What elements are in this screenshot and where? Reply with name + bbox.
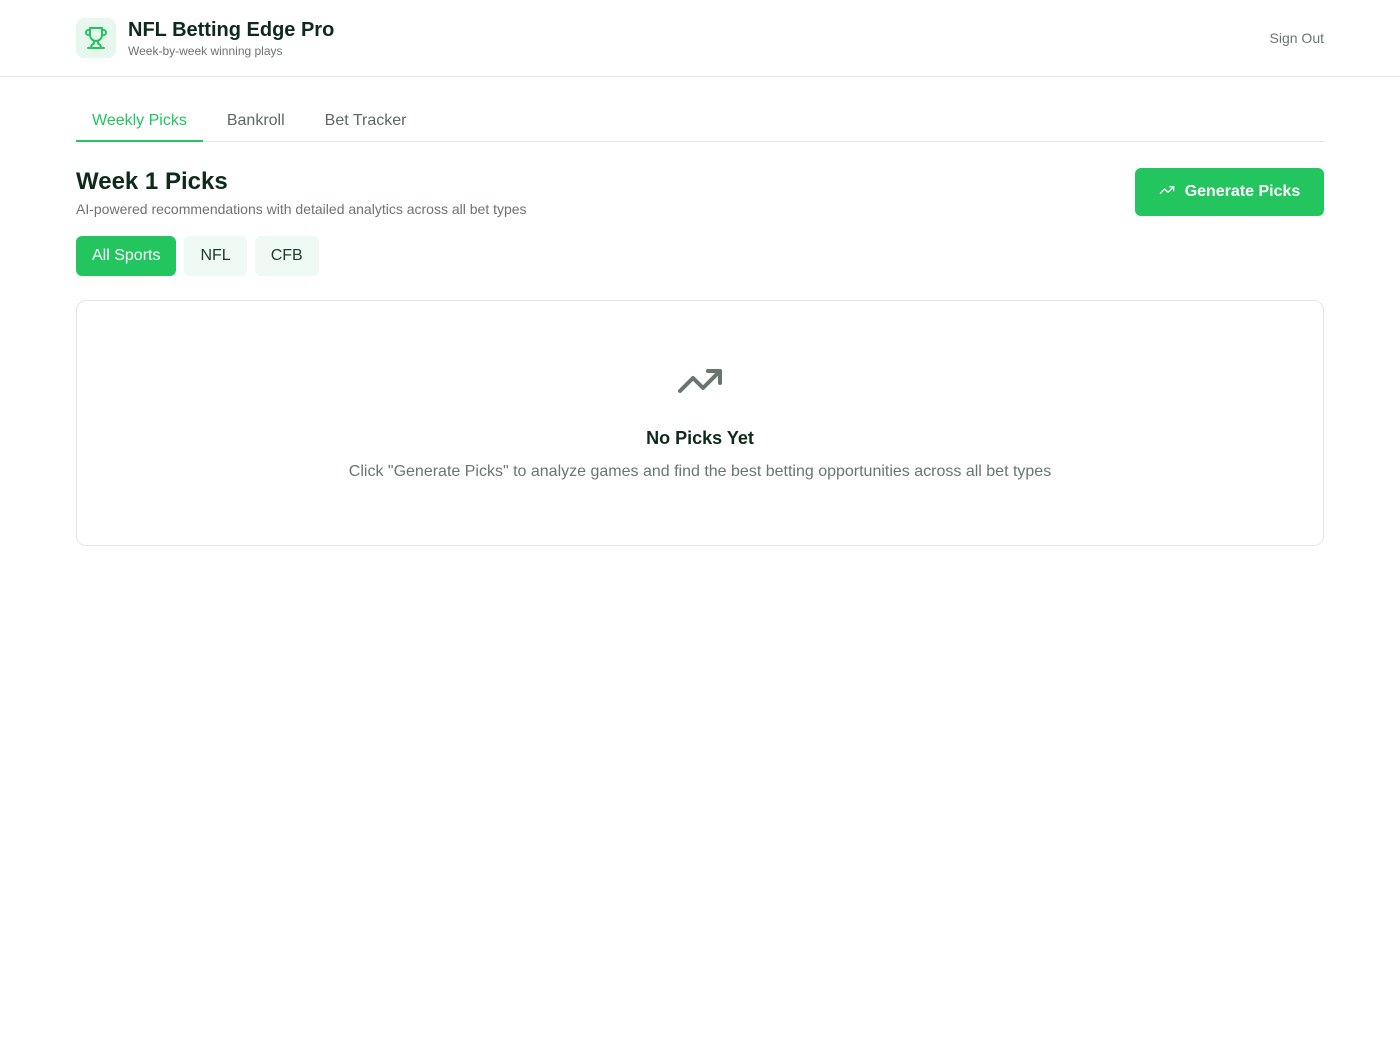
- tab-weekly-picks[interactable]: Weekly Picks: [76, 108, 203, 142]
- brand: NFL Betting Edge Pro Week-by-week winnin…: [76, 18, 334, 59]
- empty-state-description: Click "Generate Picks" to analyze games …: [348, 463, 1052, 480]
- page-subtitle: AI-powered recommendations with detailed…: [76, 201, 527, 217]
- tab-bet-tracker[interactable]: Bet Tracker: [309, 108, 423, 142]
- app-title: NFL Betting Edge Pro: [128, 18, 335, 41]
- filter-all-sports[interactable]: All Sports: [76, 236, 177, 276]
- app-subtitle: Week-by-week winning plays: [128, 43, 283, 58]
- app-header: NFL Betting Edge Pro Week-by-week winnin…: [0, 0, 1400, 77]
- trending-up-icon: [676, 357, 724, 410]
- trophy-icon: [76, 18, 116, 58]
- trending-up-icon: [1159, 182, 1175, 203]
- sign-out-link[interactable]: Sign Out: [1270, 30, 1324, 46]
- generate-picks-label: Generate Picks: [1184, 183, 1301, 200]
- tab-bankroll[interactable]: Bankroll: [211, 108, 301, 142]
- empty-state-card: No Picks Yet Click "Generate Picks" to a…: [76, 300, 1324, 546]
- sport-filter-group: All Sports NFL CFB: [76, 236, 1324, 276]
- tab-bar: Weekly Picks Bankroll Bet Tracker: [76, 108, 1324, 142]
- main-content: Weekly Picks Bankroll Bet Tracker Week 1…: [0, 108, 1400, 546]
- filter-cfb[interactable]: CFB: [254, 236, 319, 276]
- section-header: Week 1 Picks AI-powered recommendations …: [76, 168, 1324, 218]
- filter-nfl[interactable]: NFL: [184, 236, 247, 276]
- empty-state-title: No Picks Yet: [646, 428, 754, 448]
- page-title: Week 1 Picks: [76, 168, 228, 195]
- generate-picks-button[interactable]: Generate Picks: [1135, 168, 1324, 216]
